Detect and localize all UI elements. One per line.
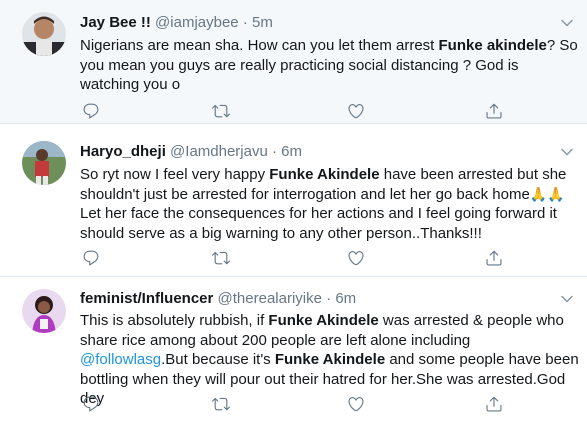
user-photo-icon xyxy=(22,141,66,185)
tweet-actions xyxy=(80,100,502,122)
tweet-header: feminist/Influencer @therealariyike · 6m xyxy=(80,289,356,309)
user-handle[interactable]: @therealariyike xyxy=(218,290,322,307)
share-icon xyxy=(486,103,502,119)
timestamp[interactable]: 6m xyxy=(335,290,356,307)
avatar[interactable] xyxy=(22,289,66,333)
share-icon xyxy=(486,250,502,266)
retweet-icon xyxy=(212,251,230,265)
separator-dot: · xyxy=(326,290,332,307)
share-icon xyxy=(486,396,502,412)
retweet-icon xyxy=(212,104,230,118)
like-icon xyxy=(348,104,364,119)
mention-bold: Funke Akindele xyxy=(274,351,386,368)
user-handle[interactable]: @Iamdherjavu xyxy=(170,143,268,160)
tweet-actions xyxy=(80,393,502,415)
like-button[interactable] xyxy=(345,100,367,122)
reply-icon xyxy=(83,103,99,119)
chevron-down-icon[interactable] xyxy=(561,293,573,305)
timestamp[interactable]: 6m xyxy=(281,143,302,160)
user-handle[interactable]: @iamjaybee xyxy=(155,14,239,31)
retweet-icon xyxy=(212,397,230,411)
timestamp[interactable]: 5m xyxy=(252,14,273,31)
user-photo-icon xyxy=(22,289,66,333)
tweet-2[interactable]: Haryo_dheji @Iamdherjavu · 6m So ryt now… xyxy=(0,131,587,277)
tweet-3[interactable]: feminist/Influencer @therealariyike · 6m… xyxy=(0,277,587,433)
mention-link[interactable]: @followlasg xyxy=(80,351,161,368)
share-button[interactable] xyxy=(483,100,505,122)
pray-emoji-icon: 🙏🙏 xyxy=(529,185,565,202)
separator-dot: · xyxy=(242,14,248,31)
tweet-1[interactable]: Jay Bee !! @iamjaybee · 5m Nigerians are… xyxy=(0,0,587,124)
like-icon xyxy=(348,397,364,412)
share-button[interactable] xyxy=(483,247,505,269)
mention-bold: Funke Akindele xyxy=(268,312,379,329)
tweet-text: Nigerians are mean sha. How can you let … xyxy=(80,37,578,93)
display-name[interactable]: Jay Bee !! xyxy=(80,14,151,31)
like-icon xyxy=(348,251,364,266)
avatar[interactable] xyxy=(22,141,66,185)
avatar[interactable] xyxy=(22,12,66,56)
tweet-actions xyxy=(80,247,502,269)
retweet-button[interactable] xyxy=(210,247,232,269)
mention-bold: Funke akindele xyxy=(438,37,547,54)
tweet-header: Haryo_dheji @Iamdherjavu · 6m xyxy=(80,142,302,162)
display-name[interactable]: feminist/Influencer xyxy=(80,290,213,307)
reply-button[interactable] xyxy=(80,247,102,269)
retweet-button[interactable] xyxy=(210,100,232,122)
reply-button[interactable] xyxy=(80,393,102,415)
mention-bold: Funke Akindele xyxy=(269,166,380,183)
share-button[interactable] xyxy=(483,393,505,415)
separator-dot: · xyxy=(272,143,277,160)
reply-icon xyxy=(83,396,99,412)
like-button[interactable] xyxy=(345,247,367,269)
user-photo-icon xyxy=(22,12,66,56)
reply-icon xyxy=(83,250,99,266)
reply-button[interactable] xyxy=(80,100,102,122)
tweet-header: Jay Bee !! @iamjaybee · 5m xyxy=(80,13,273,33)
tweet-text: So ryt now I feel very happy Funke Akind… xyxy=(80,166,567,242)
chevron-down-icon[interactable] xyxy=(561,17,573,29)
display-name[interactable]: Haryo_dheji xyxy=(80,143,166,160)
retweet-button[interactable] xyxy=(210,393,232,415)
chevron-down-icon[interactable] xyxy=(561,146,573,158)
like-button[interactable] xyxy=(345,393,367,415)
